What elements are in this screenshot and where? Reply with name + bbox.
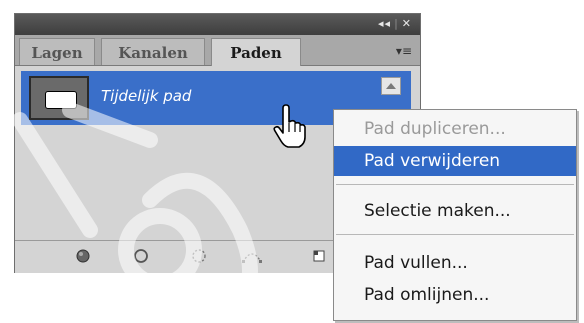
tab-kanalen[interactable]: Kanalen xyxy=(101,38,205,65)
path-thumbnail-shape xyxy=(45,91,77,109)
tab-paden[interactable]: Paden xyxy=(211,38,301,66)
stroke-path-icon[interactable] xyxy=(133,248,149,264)
load-selection-icon[interactable] xyxy=(191,248,207,264)
menu-lines-icon[interactable]: ▾≡ xyxy=(396,44,412,58)
menu-item-pad-vullen[interactable]: Pad vullen... xyxy=(334,248,576,278)
menu-separator xyxy=(336,234,574,235)
panel-titlebar: ◂◂ | ✕ xyxy=(15,14,420,35)
titlebar-controls: ◂◂ | ✕ xyxy=(378,17,412,30)
hand-cursor-icon xyxy=(273,104,306,148)
menu-item-pad-dupliceren[interactable]: Pad dupliceren... xyxy=(334,114,576,144)
titlebar-divider: | xyxy=(394,17,399,30)
make-workpath-icon[interactable] xyxy=(241,248,263,264)
close-icon[interactable]: ✕ xyxy=(402,17,412,30)
context-menu: Pad dupliceren... Pad verwijderen Select… xyxy=(333,109,577,321)
tab-lagen[interactable]: Lagen xyxy=(19,38,95,65)
new-path-icon[interactable] xyxy=(311,248,327,264)
scroll-up-arrow-icon[interactable] xyxy=(381,77,401,95)
path-name[interactable]: Tijdelijk pad xyxy=(101,87,191,105)
menu-item-pad-omlijnen[interactable]: Pad omlijnen... xyxy=(334,280,576,310)
menu-separator xyxy=(336,184,574,185)
menu-item-selectie-maken[interactable]: Selectie maken... xyxy=(334,196,576,226)
fill-path-icon[interactable] xyxy=(75,248,91,264)
path-thumbnail xyxy=(29,76,89,120)
collapse-icon[interactable]: ◂◂ xyxy=(378,17,391,30)
menu-item-pad-verwijderen[interactable]: Pad verwijderen xyxy=(334,146,576,176)
panel-tabbar: Lagen Kanalen Paden ▾≡ xyxy=(15,35,420,66)
